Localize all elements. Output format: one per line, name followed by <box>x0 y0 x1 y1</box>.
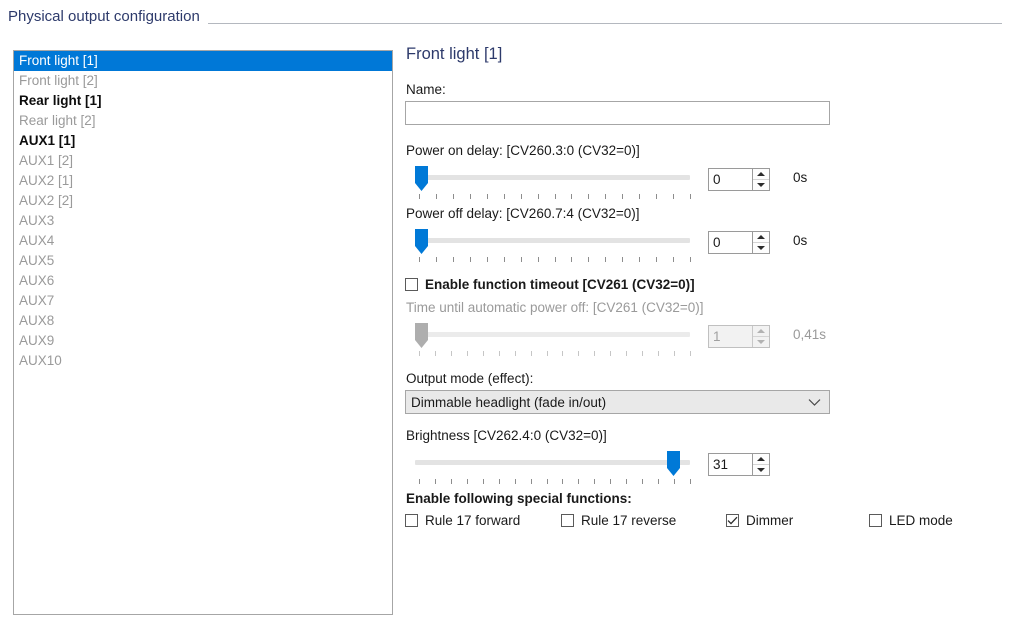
spinner-up-icon[interactable] <box>753 169 769 180</box>
list-item[interactable]: AUX1 [2] <box>14 151 392 171</box>
auto-power-off-slider[interactable] <box>415 323 695 357</box>
power-on-delay-spinbox-value[interactable] <box>709 169 752 190</box>
slider-thumb[interactable] <box>415 323 428 348</box>
power-on-delay-row: 0s <box>405 162 965 206</box>
slider-track <box>415 175 690 180</box>
special-function-checkbox[interactable]: Dimmer <box>726 513 869 528</box>
power-off-delay-unit: 0s <box>793 233 808 248</box>
list-item[interactable]: AUX6 <box>14 271 392 291</box>
enable-function-timeout-label: Enable function timeout [CV261 (CV32=0)] <box>425 277 695 292</box>
slider-tickmarks <box>419 257 691 263</box>
special-functions-label: Enable following special functions: <box>406 491 632 506</box>
list-item[interactable]: AUX1 [1] <box>14 131 392 151</box>
spinner-up-icon[interactable] <box>753 232 769 243</box>
checkbox-icon <box>869 514 882 527</box>
power-on-delay-label: Power on delay: [CV260.3:0 (CV32=0)] <box>406 143 640 158</box>
slider-thumb[interactable] <box>415 229 428 254</box>
list-item[interactable]: Rear light [1] <box>14 91 392 111</box>
auto-power-off-row: 0,41s <box>405 319 965 363</box>
brightness-slider[interactable] <box>415 451 695 485</box>
power-on-delay-slider[interactable] <box>415 166 695 200</box>
special-function-checkbox[interactable]: LED mode <box>869 513 953 528</box>
slider-track <box>415 332 690 337</box>
slider-tickmarks <box>419 479 691 485</box>
list-item[interactable]: AUX10 <box>14 351 392 371</box>
group-divider <box>196 23 1002 24</box>
power-off-delay-spinbox-value[interactable] <box>709 232 752 253</box>
special-function-label: LED mode <box>889 513 953 528</box>
power-off-delay-slider[interactable] <box>415 229 695 263</box>
spinner-up-icon[interactable] <box>753 454 769 465</box>
special-function-checkbox[interactable]: Rule 17 reverse <box>561 513 726 528</box>
auto-power-off-unit: 0,41s <box>793 327 827 342</box>
special-functions-row: Rule 17 forward Rule 17 reverse Dimmer LED … <box>405 513 965 528</box>
list-item[interactable]: AUX7 <box>14 291 392 311</box>
output-mode-select[interactable]: Dimmable headlight (fade in/out) <box>405 390 830 414</box>
slider-track <box>415 238 690 243</box>
name-label: Name: <box>406 82 446 97</box>
special-function-label: Dimmer <box>746 513 794 528</box>
list-item[interactable]: AUX2 [2] <box>14 191 392 211</box>
power-off-delay-spinbox[interactable] <box>708 231 770 254</box>
outputs-listbox[interactable]: Front light [1] Front light [2] Rear light… <box>13 50 393 615</box>
auto-power-off-spinbox[interactable] <box>708 325 770 348</box>
name-input[interactable] <box>405 101 830 125</box>
spinner-down-icon[interactable] <box>753 337 769 347</box>
slider-thumb[interactable] <box>667 451 680 476</box>
spinner-down-icon[interactable] <box>753 243 769 253</box>
special-function-checkbox[interactable]: Rule 17 forward <box>405 513 561 528</box>
output-mode-selected-value: Dimmable headlight (fade in/out) <box>411 394 607 410</box>
spinner-buttons[interactable] <box>752 454 769 475</box>
list-item[interactable]: AUX4 <box>14 231 392 251</box>
spinner-up-icon[interactable] <box>753 326 769 337</box>
auto-power-off-label: Time until automatic power off: [CV261 (… <box>406 300 704 315</box>
list-item[interactable]: Front light [1] <box>14 51 392 71</box>
list-item[interactable]: AUX3 <box>14 211 392 231</box>
list-item[interactable]: Rear light [2] <box>14 111 392 131</box>
special-function-label: Rule 17 forward <box>425 513 521 528</box>
detail-title: Front light [1] <box>406 45 503 63</box>
brightness-row <box>405 447 965 491</box>
special-function-label: Rule 17 reverse <box>581 513 677 528</box>
list-item[interactable]: AUX8 <box>14 311 392 331</box>
enable-function-timeout-checkbox[interactable]: Enable function timeout [CV261 (CV32=0)] <box>405 277 1005 292</box>
output-mode-label: Output mode (effect): <box>406 371 534 386</box>
checkbox-icon <box>561 514 574 527</box>
power-on-delay-unit: 0s <box>793 170 808 185</box>
brightness-spinbox-value[interactable] <box>709 454 752 475</box>
slider-track <box>415 460 690 465</box>
list-item[interactable]: AUX5 <box>14 251 392 271</box>
spinner-down-icon[interactable] <box>753 465 769 475</box>
checkbox-icon <box>405 278 418 291</box>
brightness-label: Brightness [CV262.4:0 (CV32=0)] <box>406 428 607 443</box>
checkbox-icon <box>405 514 418 527</box>
slider-tickmarks <box>419 194 691 200</box>
group-title: Physical output configuration <box>8 8 208 25</box>
brightness-spinbox[interactable] <box>708 453 770 476</box>
chevron-down-icon <box>808 391 821 413</box>
physical-output-configuration-group: Physical output configuration Front ligh… <box>0 0 1014 630</box>
power-off-delay-label: Power off delay: [CV260.7:4 (CV32=0)] <box>406 206 640 221</box>
list-item[interactable]: AUX9 <box>14 331 392 351</box>
power-on-delay-spinbox[interactable] <box>708 168 770 191</box>
power-off-delay-row: 0s <box>405 225 965 269</box>
slider-tickmarks <box>419 351 691 357</box>
list-item[interactable]: Front light [2] <box>14 71 392 91</box>
output-detail-pane: Front light [1] Name: Power on delay: [C… <box>405 45 1005 528</box>
list-item[interactable]: AUX2 [1] <box>14 171 392 191</box>
auto-power-off-spinbox-value[interactable] <box>709 326 752 347</box>
spinner-buttons[interactable] <box>752 326 769 347</box>
spinner-buttons[interactable] <box>752 232 769 253</box>
slider-thumb[interactable] <box>415 166 428 191</box>
spinner-down-icon[interactable] <box>753 180 769 190</box>
checkbox-icon <box>726 514 739 527</box>
spinner-buttons[interactable] <box>752 169 769 190</box>
